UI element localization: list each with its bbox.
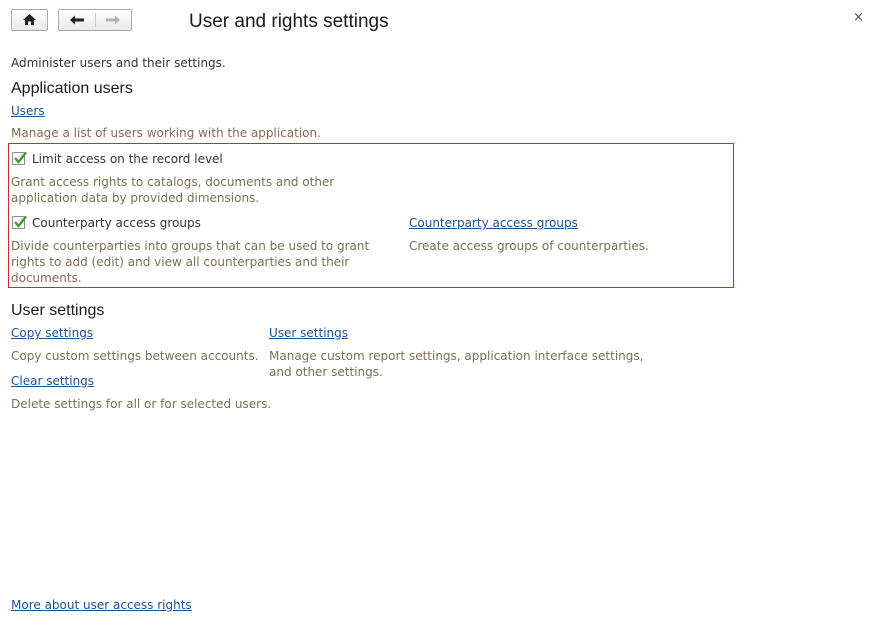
home-button[interactable] bbox=[11, 9, 48, 31]
user-settings-heading: User settings bbox=[11, 302, 105, 319]
close-icon: × bbox=[853, 10, 864, 25]
counterparty-groups-description: Divide counterparties into groups that c… bbox=[11, 239, 370, 285]
copy-settings-description: Copy custom settings between accounts. bbox=[11, 349, 259, 363]
limit-access-description: Grant access rights to catalogs, documen… bbox=[11, 175, 335, 205]
counterparty-groups-label[interactable]: Counterparty access groups bbox=[32, 216, 201, 230]
back-button[interactable] bbox=[59, 10, 95, 30]
page-title: User and rights settings bbox=[189, 11, 389, 32]
close-button[interactable]: × bbox=[853, 10, 864, 25]
more-about-access-rights-link[interactable]: More about user access rights bbox=[11, 598, 192, 612]
limit-access-checkbox[interactable] bbox=[12, 151, 27, 165]
counterparty-groups-link-description: Create access groups of counterparties. bbox=[409, 239, 649, 253]
home-icon bbox=[12, 10, 47, 30]
user-settings-description: Manage custom report settings, applicati… bbox=[269, 349, 644, 379]
intro-text: Administer users and their settings. bbox=[11, 56, 226, 70]
arrow-left-icon bbox=[59, 10, 95, 30]
application-users-heading: Application users bbox=[11, 80, 133, 97]
clear-settings-link[interactable]: Clear settings bbox=[11, 374, 94, 388]
users-description: Manage a list of users working with the … bbox=[11, 126, 321, 140]
forward-button[interactable] bbox=[96, 10, 131, 30]
user-settings-link[interactable]: User settings bbox=[269, 326, 348, 340]
clear-settings-description: Delete settings for all or for selected … bbox=[11, 397, 272, 411]
counterparty-groups-link[interactable]: Counterparty access groups bbox=[409, 216, 578, 230]
copy-settings-link[interactable]: Copy settings bbox=[11, 326, 93, 340]
counterparty-groups-checkbox[interactable] bbox=[12, 215, 27, 229]
limit-access-label[interactable]: Limit access on the record level bbox=[32, 152, 223, 166]
arrow-right-icon bbox=[96, 10, 131, 30]
navigation-group bbox=[58, 9, 132, 31]
users-link[interactable]: Users bbox=[11, 104, 45, 118]
